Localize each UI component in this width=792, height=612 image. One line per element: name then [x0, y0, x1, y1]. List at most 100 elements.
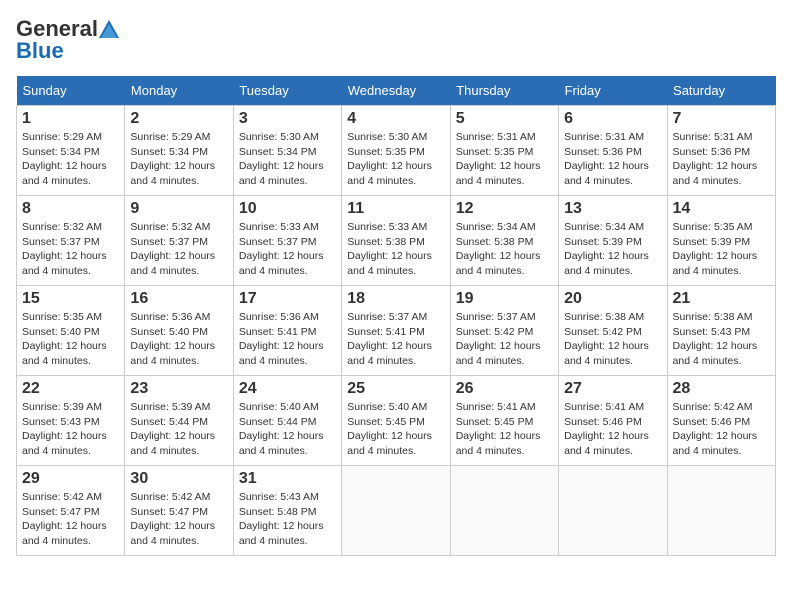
day-number: 15 — [22, 290, 119, 308]
day-number: 5 — [456, 110, 553, 128]
day-cell: 8 Sunrise: 5:32 AMSunset: 5:37 PMDaylight… — [17, 196, 125, 286]
day-cell: 25 Sunrise: 5:40 AMSunset: 5:45 PMDayligh… — [342, 376, 450, 466]
day-info: Sunrise: 5:34 AMSunset: 5:38 PMDaylight:… — [456, 220, 553, 279]
logo: General Blue — [16, 16, 120, 64]
week-row-0: 1 Sunrise: 5:29 AMSunset: 5:34 PMDaylight… — [17, 106, 776, 196]
week-row-3: 22Sunrise: 5:39 AMSunset: 5:43 PMDayligh… — [17, 376, 776, 466]
day-info: Sunrise: 5:31 AMSunset: 5:36 PMDaylight:… — [673, 130, 770, 189]
day-number: 14 — [673, 200, 770, 218]
day-number: 31 — [239, 470, 336, 488]
day-number: 29 — [22, 470, 119, 488]
day-info: Sunrise: 5:30 AMSunset: 5:34 PMDaylight:… — [239, 130, 336, 189]
day-number: 20 — [564, 290, 661, 308]
day-info: Sunrise: 5:30 AMSunset: 5:35 PMDaylight:… — [347, 130, 444, 189]
day-number: 3 — [239, 110, 336, 128]
day-number: 30 — [130, 470, 227, 488]
day-number: 21 — [673, 290, 770, 308]
day-number: 8 — [22, 200, 119, 218]
day-info: Sunrise: 5:31 AMSunset: 5:35 PMDaylight:… — [456, 130, 553, 189]
day-info: Sunrise: 5:35 AMSunset: 5:40 PMDaylight:… — [22, 310, 119, 369]
day-info: Sunrise: 5:39 AMSunset: 5:44 PMDaylight:… — [130, 400, 227, 459]
day-cell: 4Sunrise: 5:30 AMSunset: 5:35 PMDaylight… — [342, 106, 450, 196]
logo-blue: Blue — [16, 38, 64, 64]
day-info: Sunrise: 5:43 AMSunset: 5:48 PMDaylight:… — [239, 490, 336, 549]
day-info: Sunrise: 5:38 AMSunset: 5:42 PMDaylight:… — [564, 310, 661, 369]
day-number: 23 — [130, 380, 227, 398]
day-cell: 18 Sunrise: 5:37 AMSunset: 5:41 PMDayligh… — [342, 286, 450, 376]
day-info: Sunrise: 5:34 AMSunset: 5:39 PMDaylight:… — [564, 220, 661, 279]
day-cell: 2 Sunrise: 5:29 AMSunset: 5:34 PMDaylight… — [125, 106, 233, 196]
week-row-2: 15 Sunrise: 5:35 AMSunset: 5:40 PMDayligh… — [17, 286, 776, 376]
day-cell: 26Sunrise: 5:41 AMSunset: 5:45 PMDayligh… — [450, 376, 558, 466]
col-header-tuesday: Tuesday — [233, 76, 341, 106]
day-info: Sunrise: 5:29 AMSunset: 5:34 PMDaylight:… — [130, 130, 227, 189]
day-cell: 27 Sunrise: 5:41 AMSunset: 5:46 PMDayligh… — [559, 376, 667, 466]
day-number: 24 — [239, 380, 336, 398]
day-number: 11 — [347, 200, 444, 218]
day-cell: 23 Sunrise: 5:39 AMSunset: 5:44 PMDayligh… — [125, 376, 233, 466]
col-header-saturday: Saturday — [667, 76, 775, 106]
day-number: 10 — [239, 200, 336, 218]
day-cell: 6 Sunrise: 5:31 AMSunset: 5:36 PMDaylight… — [559, 106, 667, 196]
day-number: 18 — [347, 290, 444, 308]
day-cell: 29 Sunrise: 5:42 AMSunset: 5:47 PMDayligh… — [17, 466, 125, 556]
day-cell: 16 Sunrise: 5:36 AMSunset: 5:40 PMDayligh… — [125, 286, 233, 376]
col-header-wednesday: Wednesday — [342, 76, 450, 106]
day-info: Sunrise: 5:35 AMSunset: 5:39 PMDaylight:… — [673, 220, 770, 279]
day-number: 13 — [564, 200, 661, 218]
week-row-1: 8 Sunrise: 5:32 AMSunset: 5:37 PMDaylight… — [17, 196, 776, 286]
day-number: 6 — [564, 110, 661, 128]
day-cell: 11 Sunrise: 5:33 AMSunset: 5:38 PMDayligh… — [342, 196, 450, 286]
day-info: Sunrise: 5:41 AMSunset: 5:46 PMDaylight:… — [564, 400, 661, 459]
day-cell: 22Sunrise: 5:39 AMSunset: 5:43 PMDayligh… — [17, 376, 125, 466]
day-number: 28 — [673, 380, 770, 398]
day-cell: 15 Sunrise: 5:35 AMSunset: 5:40 PMDayligh… — [17, 286, 125, 376]
day-cell: 3 Sunrise: 5:30 AMSunset: 5:34 PMDaylight… — [233, 106, 341, 196]
day-number: 9 — [130, 200, 227, 218]
day-cell: 31 Sunrise: 5:43 AMSunset: 5:48 PMDayligh… — [233, 466, 341, 556]
col-header-sunday: Sunday — [17, 76, 125, 106]
day-number: 1 — [22, 110, 119, 128]
calendar-table: SundayMondayTuesdayWednesdayThursdayFrid… — [16, 76, 776, 556]
day-info: Sunrise: 5:36 AMSunset: 5:40 PMDaylight:… — [130, 310, 227, 369]
day-number: 27 — [564, 380, 661, 398]
day-cell: 28 Sunrise: 5:42 AMSunset: 5:46 PMDayligh… — [667, 376, 775, 466]
day-number: 25 — [347, 380, 444, 398]
day-info: Sunrise: 5:41 AMSunset: 5:45 PMDaylight:… — [456, 400, 553, 459]
day-info: Sunrise: 5:40 AMSunset: 5:45 PMDaylight:… — [347, 400, 444, 459]
day-cell — [450, 466, 558, 556]
col-header-monday: Monday — [125, 76, 233, 106]
day-cell — [559, 466, 667, 556]
day-info: Sunrise: 5:31 AMSunset: 5:36 PMDaylight:… — [564, 130, 661, 189]
col-header-friday: Friday — [559, 76, 667, 106]
day-cell: 9 Sunrise: 5:32 AMSunset: 5:37 PMDaylight… — [125, 196, 233, 286]
day-cell: 17Sunrise: 5:36 AMSunset: 5:41 PMDayligh… — [233, 286, 341, 376]
day-cell: 30 Sunrise: 5:42 AMSunset: 5:47 PMDayligh… — [125, 466, 233, 556]
day-cell: 21Sunrise: 5:38 AMSunset: 5:43 PMDayligh… — [667, 286, 775, 376]
day-info: Sunrise: 5:33 AMSunset: 5:38 PMDaylight:… — [347, 220, 444, 279]
day-info: Sunrise: 5:37 AMSunset: 5:41 PMDaylight:… — [347, 310, 444, 369]
day-info: Sunrise: 5:42 AMSunset: 5:47 PMDaylight:… — [130, 490, 227, 549]
day-cell: 13 Sunrise: 5:34 AMSunset: 5:39 PMDayligh… — [559, 196, 667, 286]
day-info: Sunrise: 5:32 AMSunset: 5:37 PMDaylight:… — [130, 220, 227, 279]
day-number: 16 — [130, 290, 227, 308]
day-cell: 5 Sunrise: 5:31 AMSunset: 5:35 PMDaylight… — [450, 106, 558, 196]
day-info: Sunrise: 5:42 AMSunset: 5:46 PMDaylight:… — [673, 400, 770, 459]
day-cell: 14 Sunrise: 5:35 AMSunset: 5:39 PMDayligh… — [667, 196, 775, 286]
day-cell: 10 Sunrise: 5:33 AMSunset: 5:37 PMDayligh… — [233, 196, 341, 286]
col-header-thursday: Thursday — [450, 76, 558, 106]
day-number: 2 — [130, 110, 227, 128]
day-info: Sunrise: 5:37 AMSunset: 5:42 PMDaylight:… — [456, 310, 553, 369]
day-info: Sunrise: 5:36 AMSunset: 5:41 PMDaylight:… — [239, 310, 336, 369]
day-cell: 24 Sunrise: 5:40 AMSunset: 5:44 PMDayligh… — [233, 376, 341, 466]
day-number: 22 — [22, 380, 119, 398]
day-info: Sunrise: 5:33 AMSunset: 5:37 PMDaylight:… — [239, 220, 336, 279]
week-row-4: 29 Sunrise: 5:42 AMSunset: 5:47 PMDayligh… — [17, 466, 776, 556]
day-info: Sunrise: 5:40 AMSunset: 5:44 PMDaylight:… — [239, 400, 336, 459]
day-cell: 1Sunrise: 5:29 AMSunset: 5:34 PMDaylight… — [17, 106, 125, 196]
page-header: General Blue — [16, 16, 776, 64]
day-info: Sunrise: 5:32 AMSunset: 5:37 PMDaylight:… — [22, 220, 119, 279]
day-number: 12 — [456, 200, 553, 218]
day-cell: 7Sunrise: 5:31 AMSunset: 5:36 PMDaylight… — [667, 106, 775, 196]
day-info: Sunrise: 5:42 AMSunset: 5:47 PMDaylight:… — [22, 490, 119, 549]
